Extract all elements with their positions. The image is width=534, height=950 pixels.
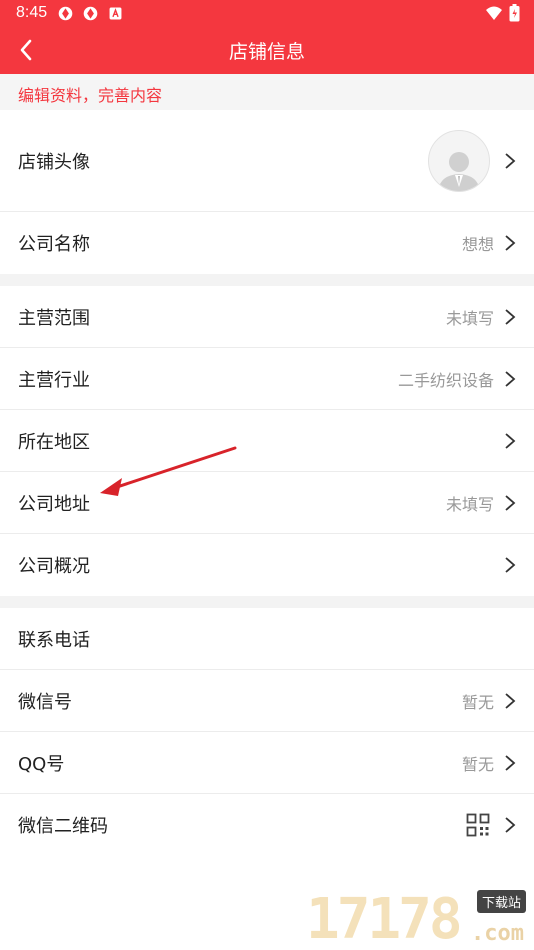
chevron-right-icon: [505, 494, 516, 511]
wifi-icon: [486, 6, 502, 20]
row-label: 公司地址: [18, 493, 90, 515]
row-label: 微信二维码: [18, 816, 108, 837]
row-label: 公司概况: [18, 556, 90, 577]
chevron-right-icon: [505, 432, 516, 449]
row-value: 未填写: [445, 308, 494, 328]
settings-group-basic: 店铺头像 公司名称 想想: [0, 110, 534, 274]
status-bar: 8:45: [0, 0, 534, 26]
row-label: 所在地区: [18, 431, 90, 453]
qr-code-icon: [466, 813, 490, 837]
chevron-right-icon: [505, 692, 516, 709]
row-value: 二手纺织设备: [397, 370, 494, 390]
row-wechat-id[interactable]: 微信号 暂无: [0, 670, 534, 732]
default-avatar-icon: [438, 151, 480, 191]
row-label: 公司名称: [18, 234, 90, 255]
font-app-icon: [109, 7, 122, 19]
chevron-right-icon: [505, 235, 516, 251]
site-watermark: 17178 下载站 .com: [306, 890, 528, 948]
avatar[interactable]: [428, 129, 490, 192]
back-button[interactable]: [12, 36, 40, 64]
back-arrow-icon: [20, 39, 32, 61]
chevron-right-icon: [505, 308, 516, 325]
row-value: 想想: [461, 235, 494, 254]
row-region[interactable]: 所在地区: [0, 410, 534, 472]
row-company-address[interactable]: 公司地址 未填写: [0, 472, 534, 534]
chevron-right-icon: [505, 557, 516, 573]
row-value: 未填写: [445, 494, 494, 514]
watermark-tag: 下载站: [476, 890, 526, 913]
row-label: 联系电话: [18, 629, 90, 651]
settings-group-contact: 联系电话 微信号 暂无 QQ号 暂无 微信二维码: [0, 608, 534, 856]
row-label: 主营范围: [18, 307, 90, 329]
app-bar: 店铺信息: [0, 26, 534, 74]
chevron-right-icon: [505, 152, 516, 169]
row-label: 店铺头像: [18, 151, 90, 173]
app-notification-icon: [83, 6, 98, 20]
row-value: 暂无: [461, 754, 494, 774]
row-company-name[interactable]: 公司名称 想想: [0, 212, 534, 274]
battery-icon: [509, 4, 520, 22]
row-label: 微信号: [18, 691, 72, 713]
status-right: [485, 4, 520, 22]
status-time: 8:45: [16, 4, 48, 21]
row-label: 主营行业: [18, 369, 90, 391]
row-label: QQ号: [18, 753, 65, 775]
settings-group-business: 主营范围 未填写 主营行业 二手纺织设备 所在地区 公司地址 未填写 公司概况: [0, 286, 534, 596]
chevron-right-icon: [505, 754, 516, 771]
edit-hint: 编辑资料，完善内容: [0, 74, 534, 110]
row-value: 暂无: [461, 692, 494, 712]
row-business-industry[interactable]: 主营行业 二手纺织设备: [0, 348, 534, 410]
watermark-suffix: .com: [471, 921, 524, 946]
row-qq-number[interactable]: QQ号 暂无: [0, 732, 534, 794]
row-contact-phone[interactable]: 联系电话: [0, 608, 534, 670]
row-business-scope[interactable]: 主营范围 未填写: [0, 286, 534, 348]
page-title: 店铺信息: [228, 40, 305, 63]
row-company-overview[interactable]: 公司概况: [0, 534, 534, 596]
row-wechat-qrcode[interactable]: 微信二维码: [0, 794, 534, 856]
chevron-right-icon: [505, 817, 516, 833]
group-divider: [0, 274, 534, 286]
chevron-right-icon: [505, 370, 516, 387]
watermark-digits: 17178: [306, 887, 463, 950]
group-divider: [0, 596, 534, 608]
app-notification-icon: [58, 6, 73, 20]
row-shop-avatar[interactable]: 店铺头像: [0, 110, 534, 212]
